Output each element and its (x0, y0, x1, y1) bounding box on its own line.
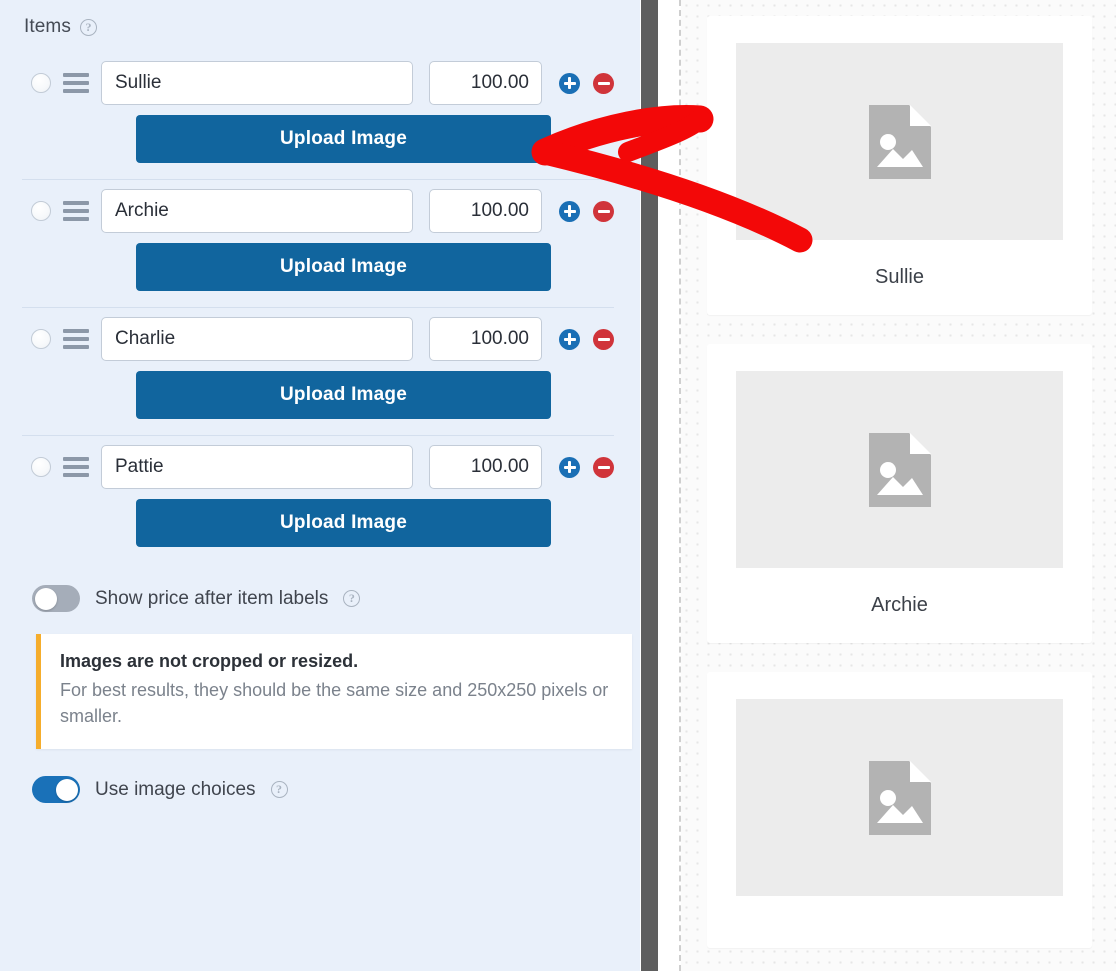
drag-handle-icon[interactable] (63, 201, 89, 221)
choice-label: Archie (871, 594, 928, 616)
notice-title: Images are not cropped or resized. (60, 651, 359, 671)
item-price-input[interactable] (429, 445, 542, 489)
upload-image-button[interactable]: Upload Image (136, 115, 551, 163)
minus-circle-icon[interactable] (593, 200, 614, 222)
drag-handle-icon[interactable] (63, 329, 89, 349)
image-size-notice: Images are not cropped or resized. For b… (36, 634, 632, 750)
item-price-input[interactable] (429, 189, 542, 233)
question-mark-circle-icon[interactable]: ? (79, 18, 97, 36)
panel-scrollbar[interactable] (640, 0, 659, 971)
item-label-input[interactable] (101, 317, 413, 361)
item-price-input[interactable] (429, 61, 542, 105)
items-section-header: Items ? (24, 16, 614, 38)
choice-label: Sullie (875, 266, 924, 288)
radio-button-icon[interactable] (31, 73, 51, 93)
use-image-choices-toggle-label: Use image choices (95, 778, 256, 800)
item-label-input[interactable] (101, 189, 413, 233)
page-title: Items (24, 16, 71, 37)
item-row: Upload Image (22, 180, 614, 308)
plus-circle-icon[interactable] (559, 200, 580, 222)
plus-circle-icon[interactable] (559, 328, 580, 350)
image-placeholder-icon (736, 371, 1063, 568)
item-label-input[interactable] (101, 61, 413, 105)
radio-button-icon[interactable] (31, 201, 51, 221)
list-item[interactable] (707, 672, 1092, 948)
use-image-choices-toggle-row: Use image choices ? (32, 776, 614, 804)
settings-and-preview-layout: Items ? Upload Ima (0, 0, 1116, 971)
item-price-input[interactable] (429, 317, 542, 361)
drag-handle-icon[interactable] (63, 457, 89, 477)
question-mark-circle-icon[interactable]: ? (343, 590, 361, 607)
list-item[interactable]: Archie (707, 344, 1092, 643)
item-row: Upload Image (22, 308, 614, 436)
minus-circle-icon[interactable] (593, 456, 614, 478)
item-row: Upload Image (22, 52, 614, 180)
radio-button-icon[interactable] (31, 329, 51, 349)
image-placeholder-icon (736, 699, 1063, 896)
plus-circle-icon[interactable] (559, 456, 580, 478)
radio-button-icon[interactable] (31, 457, 51, 477)
show-price-toggle-row: Show price after item labels ? (32, 585, 614, 612)
panel-divider (659, 0, 681, 971)
notice-body: For best results, they should be the sam… (60, 680, 609, 726)
question-mark-circle-icon[interactable]: ? (270, 781, 288, 799)
upload-image-button[interactable]: Upload Image (136, 499, 551, 547)
show-price-toggle-label: Show price after item labels (95, 587, 329, 609)
plus-circle-icon[interactable] (559, 72, 580, 94)
drag-handle-icon[interactable] (63, 73, 89, 93)
scrollbar-thumb[interactable] (641, 0, 658, 971)
minus-circle-icon[interactable] (593, 328, 614, 350)
form-preview-panel: Sullie Archie (681, 0, 1116, 971)
minus-circle-icon[interactable] (593, 72, 614, 94)
upload-image-button[interactable]: Upload Image (136, 243, 551, 291)
show-price-toggle[interactable] (32, 585, 80, 612)
list-item[interactable]: Sullie (707, 16, 1092, 315)
item-label-input[interactable] (101, 445, 413, 489)
upload-image-button[interactable]: Upload Image (136, 371, 551, 419)
field-options-panel: Items ? Upload Ima (0, 0, 640, 971)
image-placeholder-icon (736, 43, 1063, 240)
items-list: Upload Image Upload Image (22, 52, 614, 563)
use-image-choices-toggle[interactable] (32, 776, 80, 804)
item-row: Upload Image (22, 436, 614, 563)
